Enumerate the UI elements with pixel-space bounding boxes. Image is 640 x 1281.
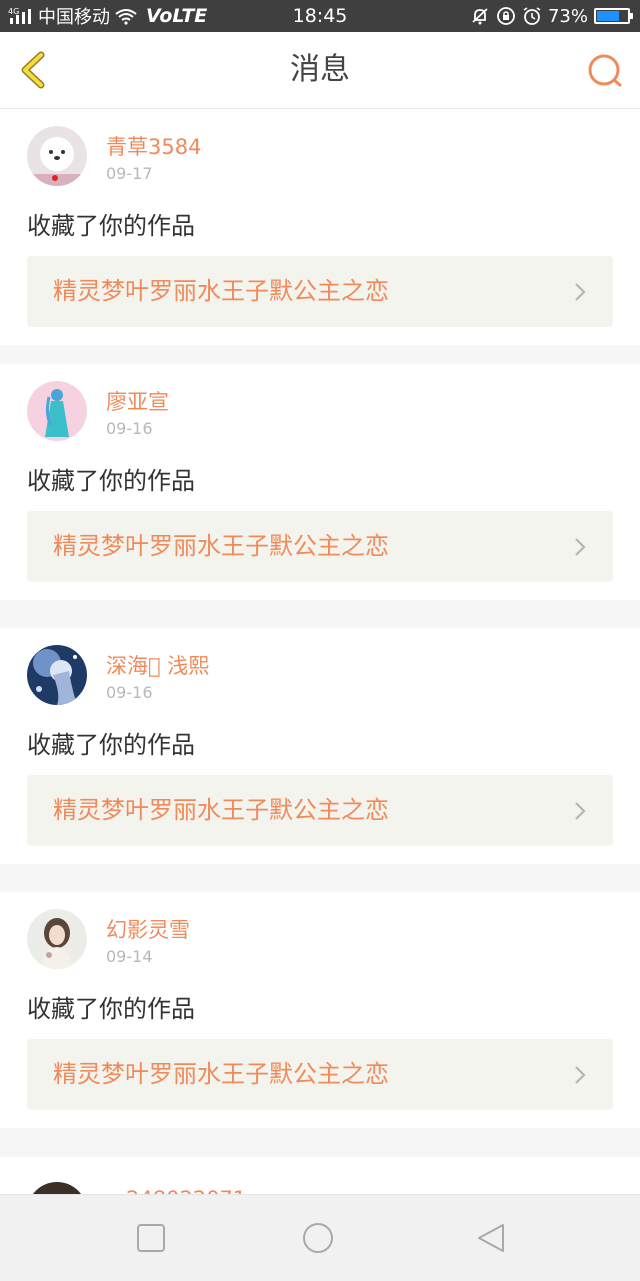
action-text: 收藏了你的作品 bbox=[27, 995, 195, 1023]
chevron-right-icon bbox=[575, 1066, 586, 1084]
rotation-lock-icon bbox=[497, 7, 515, 25]
mute-bell-icon bbox=[472, 8, 488, 25]
username[interactable]: 深海  浅熙 bbox=[106, 650, 209, 680]
header: 消息 bbox=[0, 32, 640, 109]
alarm-icon bbox=[523, 7, 541, 25]
work-title: 精灵梦叶罗丽水王子默公主之恋 bbox=[53, 1060, 389, 1088]
status-bar: 4G 中国移动 VoLTE 18:45 73% bbox=[0, 0, 640, 32]
message-date: 09-17 bbox=[106, 164, 153, 183]
username[interactable]: 廖亚宣 bbox=[106, 386, 169, 416]
message-date: 09-16 bbox=[106, 683, 153, 702]
username[interactable]: 青草3584 bbox=[106, 131, 201, 161]
work-title: 精灵梦叶罗丽水王子默公主之恋 bbox=[53, 532, 389, 560]
message-date: 09-16 bbox=[106, 419, 153, 438]
message-card: 廖亚宣 09-16 收藏了你的作品 精灵梦叶罗丽水王子默公主之恋 bbox=[0, 364, 640, 600]
work-link[interactable]: 精灵梦叶罗丽水王子默公主之恋 bbox=[27, 256, 613, 327]
battery-fill bbox=[597, 11, 619, 21]
battery-percent: 73% bbox=[547, 5, 588, 27]
message-card: 幻影灵雪 09-14 收藏了你的作品 精灵梦叶罗丽水王子默公主之恋 bbox=[0, 892, 640, 1128]
chevron-right-icon bbox=[575, 283, 586, 301]
avatar[interactable] bbox=[27, 381, 87, 441]
username[interactable]: 幻影灵雪 bbox=[106, 914, 190, 944]
triangle-back-icon[interactable] bbox=[475, 1222, 507, 1254]
work-link[interactable]: 精灵梦叶罗丽水王子默公主之恋 bbox=[27, 511, 613, 582]
message-date: 09-14 bbox=[106, 947, 153, 966]
work-link[interactable]: 精灵梦叶罗丽水王子默公主之恋 bbox=[27, 1039, 613, 1110]
work-link[interactable]: 精灵梦叶罗丽水王子默公主之恋 bbox=[27, 775, 613, 846]
status-right: 73% bbox=[470, 0, 633, 32]
battery-icon bbox=[594, 8, 633, 24]
message-card: 青草3584 09-17 收藏了你的作品 精灵梦叶罗丽水王子默公主之恋 bbox=[0, 109, 640, 345]
square-icon[interactable] bbox=[135, 1222, 167, 1254]
action-text: 收藏了你的作品 bbox=[27, 212, 195, 240]
chevron-right-icon bbox=[575, 538, 586, 556]
navigation-bar bbox=[0, 1194, 640, 1281]
work-title: 精灵梦叶罗丽水王子默公主之恋 bbox=[53, 796, 389, 824]
avatar[interactable] bbox=[27, 126, 87, 186]
page-title: 消息 bbox=[290, 52, 350, 87]
avatar[interactable] bbox=[27, 645, 87, 705]
message-card: 深海  浅熙 09-16 收藏了你的作品 精灵梦叶罗丽水王子默公主之恋 bbox=[0, 628, 640, 864]
work-title: 精灵梦叶罗丽水王子默公主之恋 bbox=[53, 277, 389, 305]
circle-icon[interactable] bbox=[302, 1222, 334, 1254]
action-text: 收藏了你的作品 bbox=[27, 731, 195, 759]
chevron-right-icon bbox=[575, 802, 586, 820]
action-text: 收藏了你的作品 bbox=[27, 467, 195, 495]
search-icon[interactable] bbox=[586, 52, 624, 90]
avatar[interactable] bbox=[27, 909, 87, 969]
